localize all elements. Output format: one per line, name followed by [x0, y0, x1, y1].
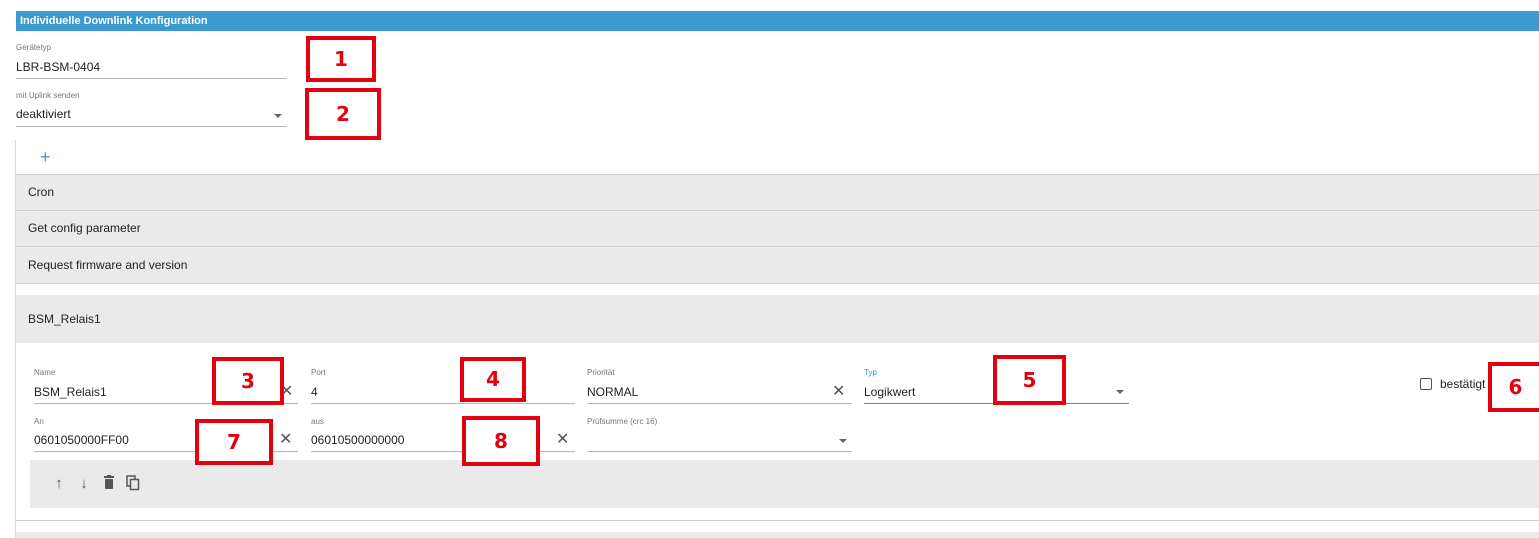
annotation-marker-1: 1: [306, 36, 376, 82]
chevron-down-icon[interactable]: [839, 439, 847, 443]
priority-underline: [587, 403, 852, 404]
port-input[interactable]: 4: [311, 385, 318, 399]
annotation-marker-7: 7: [195, 419, 273, 465]
device-type-value: LBR-BSM-0404: [16, 60, 101, 74]
list-item-get-config[interactable]: Get config parameter: [16, 211, 1539, 246]
chevron-down-icon[interactable]: [274, 114, 282, 118]
device-type-label: Gerätetyp: [16, 43, 52, 52]
copy-icon-glyph: [126, 475, 140, 491]
section-header: Individuelle Downlink Konfiguration: [16, 11, 1539, 31]
trash-icon-glyph: [104, 475, 114, 489]
uplink-underline: [16, 126, 287, 127]
close-icon[interactable]: ✕: [279, 432, 292, 448]
item-toolbar: [30, 460, 1539, 508]
checksum-label: Prüfsumme (crc 16): [587, 417, 658, 426]
expanded-item-header[interactable]: BSM_Relais1: [16, 295, 1539, 343]
on-input[interactable]: 0601050000FF00: [34, 433, 129, 447]
trash-icon[interactable]: [100, 475, 118, 493]
list-item-cron[interactable]: Cron: [16, 175, 1539, 210]
priority-input[interactable]: NORMAL: [587, 385, 638, 399]
priority-label: Priorität: [587, 368, 615, 377]
annotation-marker-6: 6: [1488, 362, 1539, 412]
row-divider: [16, 520, 1539, 521]
device-type-underline: [16, 78, 287, 79]
annotation-marker-4: 4: [460, 357, 526, 402]
add-downlink-button[interactable]: +: [40, 148, 51, 166]
annotation-marker-2: 2: [305, 88, 381, 140]
name-label: Name: [34, 368, 56, 377]
port-label: Port: [311, 368, 326, 377]
off-input[interactable]: 06010500000000: [311, 433, 404, 447]
off-label: aus: [311, 417, 324, 426]
annotation-marker-8: 8: [462, 416, 540, 466]
uplink-label: mit Uplink senden: [16, 91, 80, 100]
list-item-firmware[interactable]: Request firmware and version: [16, 247, 1539, 283]
checksum-select[interactable]: [587, 433, 852, 450]
confirmed-label: bestätigt: [1440, 377, 1486, 391]
row-divider: [16, 283, 1539, 284]
chevron-down-icon[interactable]: [1116, 390, 1124, 394]
checksum-underline: [587, 451, 852, 452]
annotation-marker-3: 3: [212, 357, 284, 405]
next-item-edge: [16, 532, 1539, 538]
arrow-down-icon[interactable]: ↓: [75, 475, 93, 493]
name-input[interactable]: BSM_Relais1: [34, 385, 107, 399]
type-label: Typ: [864, 368, 877, 377]
annotation-marker-5: 5: [993, 355, 1066, 405]
on-label: An: [34, 417, 44, 426]
close-icon[interactable]: ✕: [556, 432, 569, 448]
confirmed-checkbox[interactable]: [1420, 378, 1432, 390]
port-underline: [311, 403, 575, 404]
uplink-select[interactable]: deaktiviert: [16, 107, 287, 125]
arrow-up-icon[interactable]: ↑: [50, 475, 68, 493]
copy-icon[interactable]: [124, 475, 142, 493]
close-icon[interactable]: ✕: [832, 384, 845, 400]
